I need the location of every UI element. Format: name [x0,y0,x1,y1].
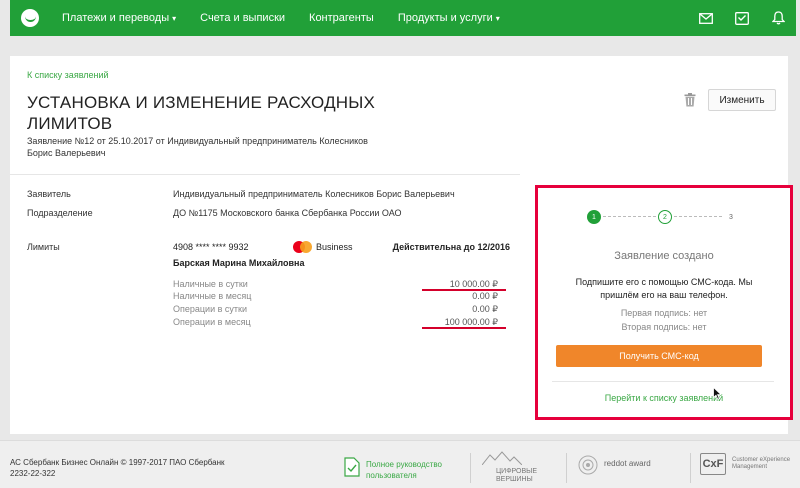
award-label: Customer eXperience Management [732,457,791,470]
limit-value: 0.00 ₽ [472,291,498,301]
step-3: 3 [724,210,738,224]
limit-name: Операции в месяц [173,317,251,327]
inbox-icon[interactable] [724,0,760,36]
division-label: Подразделение [27,208,93,218]
applicant-value: Индивидуальный предприниматель Колеснико… [173,189,455,199]
step-2: 2 [658,210,672,224]
trash-icon[interactable] [684,93,696,112]
sms-instruction: Подпишите его с помощью СМС-кода. Мы при… [575,277,753,300]
status-text: Заявление создано [614,250,714,262]
highlight-underline [422,289,506,291]
nav-counterparties-label: Контрагенты [309,12,374,24]
back-to-list-link[interactable]: К списку заявлений [27,70,109,80]
edit-button[interactable]: Изменить [708,89,776,111]
panel-divider [552,381,774,382]
nav-counterparties[interactable]: Контрагенты [297,0,386,36]
footer-separator [470,453,471,483]
nav-accounts[interactable]: Счета и выписки [188,0,297,36]
limit-name: Наличные в месяц [173,291,252,301]
award-label: ЦИФРОВЫЕ ВЕРШИНЫ [496,468,538,483]
nav-products[interactable]: Продукты и услуги ▾ [386,0,512,36]
section-divider [10,174,520,175]
mail-icon[interactable] [688,0,724,36]
footer-separator [566,453,567,483]
chevron-down-icon: ▾ [495,13,500,23]
card-number: 4908 **** **** 9932 [173,242,249,252]
step-connector [674,216,722,217]
mouse-cursor-icon [713,386,723,405]
step-connector [603,216,656,217]
chevron-down-icon: ▾ [172,13,177,23]
limit-name: Наличные в сутки [173,279,248,289]
footer: АС Сбербанк Бизнес Онлайн © 1997-2017 ПА… [0,440,800,488]
card-type: Business [316,242,353,252]
step-1: 1 [587,210,601,224]
limit-name: Операции в сутки [173,304,247,314]
go-to-list-link[interactable]: Перейти к списку заявлений [538,393,790,403]
progress-steps: 1 2 3 [538,210,790,228]
applicant-label: Заявитель [27,189,71,199]
nav-accounts-label: Счета и выписки [200,12,286,24]
footer-copyright: АС Сбербанк Бизнес Онлайн © 1997-2017 ПА… [10,457,250,479]
application-card: К списку заявлений УСТАНОВКА И ИЗМЕНЕНИЕ… [10,56,793,434]
card-validity: Действительна до 12/2016 [392,242,510,252]
sign-panel: 1 2 3 Заявление создано Подпишите его с … [535,185,793,420]
digital-peaks-award: ЦИФРОВЫЕ ВЕРШИНЫ [481,451,548,484]
support-phone: 2232-22-322 [10,469,56,478]
copyright-text: АС Сбербанк Бизнес Онлайн © 1997-2017 ПА… [10,458,225,467]
award-label: reddot award [604,459,651,468]
second-signature-status: Вторая подпись: нет [621,322,707,332]
get-sms-code-button[interactable]: Получить СМС-код [556,345,762,367]
page-title: УСТАНОВКА И ИЗМЕНЕНИЕ РАСХОДНЫХ ЛИМИТОВ [27,93,376,133]
top-icons [688,0,796,36]
division-value: ДО №1175 Московского банка Сбербанка Рос… [173,208,402,218]
limit-value: 0.00 ₽ [472,304,498,314]
nav-products-label: Продукты и услуги [397,12,493,24]
mountains-icon [481,451,523,466]
limits-label: Лимиты [27,242,60,252]
top-nav-bar: Платежи и переводы ▾ Счета и выписки Кон… [10,0,796,36]
bell-icon[interactable] [760,0,796,36]
sberbank-logo-icon[interactable] [10,0,50,36]
page-subtitle: Заявление №12 от 25.10.2017 от Индивидуа… [27,136,368,158]
reddot-icon [578,455,598,475]
first-signature-status: Первая подпись: нет [620,308,708,318]
cxf-logo: CxF [700,453,726,475]
footer-separator [690,453,691,483]
mastercard-icon [293,241,313,253]
nav-payments[interactable]: Платежи и переводы ▾ [50,0,188,36]
user-guide-label: Полное руководство пользователя [366,460,443,480]
nav-payments-label: Платежи и переводы [62,12,170,24]
card-holder: Барская Марина Михайловна [173,258,305,268]
document-icon [344,457,360,477]
highlight-underline [422,327,506,329]
